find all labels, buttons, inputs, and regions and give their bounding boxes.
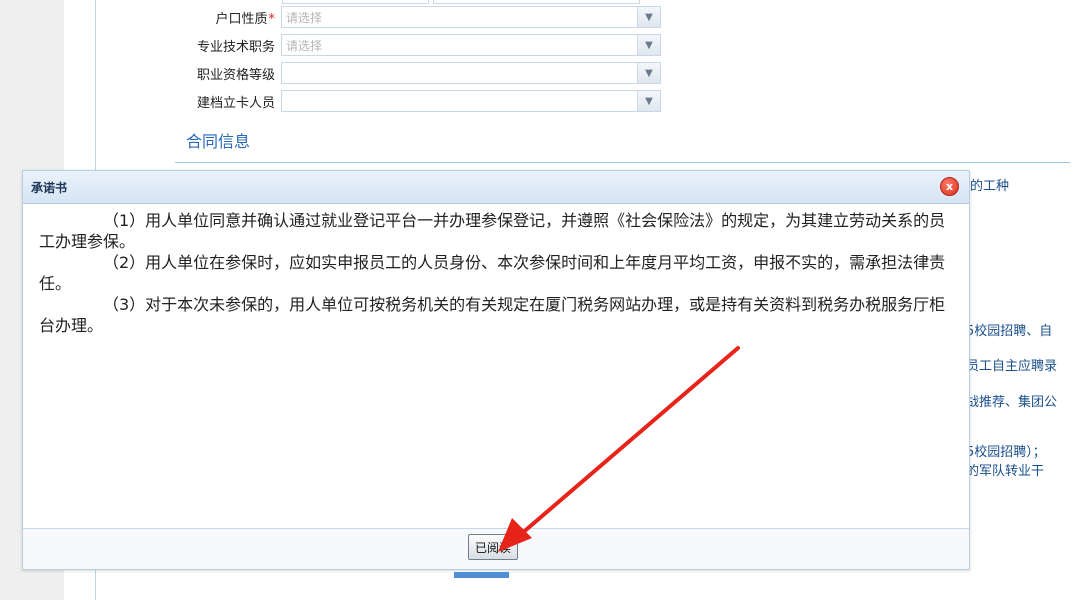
dialog-header: 承诺书 x bbox=[23, 171, 969, 204]
background-tab-indicator bbox=[454, 572, 509, 578]
form-row-hukou: 户口性质* 请选择 ▼ bbox=[150, 4, 661, 30]
background-text: 5校园招聘）； bbox=[966, 445, 1046, 460]
form-row-tech-title: 专业技术职务 请选择 ▼ bbox=[150, 32, 661, 58]
contract-section-title: 合同信息 bbox=[186, 132, 251, 151]
background-text: 的工种 bbox=[970, 179, 1010, 194]
chevron-down-icon[interactable]: ▼ bbox=[637, 35, 660, 55]
confirm-read-button[interactable]: 已阅读 bbox=[468, 534, 518, 560]
select-placeholder: 请选择 bbox=[286, 38, 323, 53]
tech-title-select[interactable]: 请选择 ▼ bbox=[281, 34, 661, 56]
field-label: 职业资格等级 bbox=[196, 67, 275, 83]
hukou-select[interactable]: 请选择 ▼ bbox=[281, 6, 661, 28]
background-text: 员工自主应聘录 bbox=[966, 359, 1058, 374]
commitment-paragraph: （3）对于本次未参保的，用人单位可按税务机关的有关规定在厦门税务网站办理，或是持… bbox=[39, 295, 946, 335]
close-icon[interactable]: x bbox=[940, 177, 959, 196]
field-label: 建档立卡人员 bbox=[196, 95, 275, 111]
dialog-title: 承诺书 bbox=[31, 180, 68, 195]
dialog-footer: 已阅读 bbox=[23, 528, 969, 569]
poverty-card-select[interactable]: ▼ bbox=[281, 90, 661, 112]
chevron-down-icon[interactable]: ▼ bbox=[637, 91, 660, 111]
chevron-down-icon[interactable]: ▼ bbox=[637, 63, 660, 83]
background-text: 的军队转业干 bbox=[966, 464, 1045, 479]
form-row-poverty-card: 建档立卡人员 ▼ bbox=[150, 88, 661, 114]
field-label: 户口性质* bbox=[215, 11, 275, 27]
select-placeholder: 请选择 bbox=[286, 10, 323, 25]
form-row-qualification: 职业资格等级 ▼ bbox=[150, 60, 661, 86]
chevron-down-icon[interactable]: ▼ bbox=[637, 7, 660, 27]
section-divider bbox=[175, 162, 1070, 163]
dialog-body: （1）用人单位同意并确认通过就业登记平台一并办理参保登记，并遵照《社会保险法》的… bbox=[23, 204, 969, 529]
commitment-dialog: 承诺书 x （1）用人单位同意并确认通过就业登记平台一并办理参保登记，并遵照《社… bbox=[22, 170, 970, 570]
background-text: 5校园招聘、自 bbox=[966, 324, 1053, 339]
commitment-paragraph: （1）用人单位同意并确认通过就业登记平台一并办理参保登记，并遵照《社会保险法》的… bbox=[39, 211, 946, 251]
field-label: 专业技术职务 bbox=[196, 39, 275, 55]
qualification-select[interactable]: ▼ bbox=[281, 62, 661, 84]
background-text: 战推荐、集团公 bbox=[966, 395, 1058, 410]
commitment-paragraph: （2）用人单位在参保时，应如实申报员工的人员身份、本次参保时间和上年度月平均工资… bbox=[39, 253, 946, 293]
